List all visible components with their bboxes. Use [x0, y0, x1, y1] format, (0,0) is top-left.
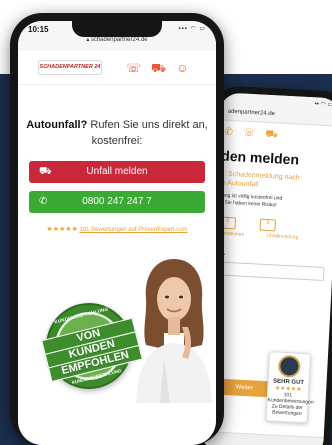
front-phone: 10:15 ▪▪▪ ◠ ▭ 🔒︎ schadenpartner24.de SCH…	[10, 13, 224, 445]
recommendation-stamp: KUNDENEMPFEHLUNG VON KUNDEN EMPFOHLEN KU…	[36, 293, 143, 399]
badge-link[interactable]: Zu Details der Bewertungen	[267, 403, 308, 417]
clock: 10:15	[28, 25, 49, 34]
user-icon[interactable]: ☺	[176, 62, 188, 74]
call-hotline-label: 0800 247 247 7	[82, 196, 152, 207]
lock-icon: 🔒︎	[86, 37, 90, 43]
back-select-field[interactable]	[215, 261, 325, 281]
call-hotline-button[interactable]: ✆ 0800 247 247 7	[29, 191, 205, 213]
reviews-row: ★★★★★ 101 Bewertungen auf ProvenExpert.c…	[18, 225, 216, 233]
car-crash-icon: ⛟	[39, 166, 52, 177]
proven-expert-badge[interactable]: SEHR GUT ★★★★★ 101 Kundenbewertungen Zu …	[265, 351, 314, 424]
phone-icon[interactable]: ☏	[126, 62, 141, 74]
car-crash-icon[interactable]: ⛟	[151, 62, 166, 74]
url-text: schadenpartner24.de	[90, 37, 148, 43]
status-icons: ▪▪▪ ◠ ▭	[178, 26, 206, 32]
back-browser-toolbar	[201, 430, 324, 445]
car-icon[interactable]: ⛟	[265, 129, 278, 143]
step-3[interactable]: 3	[259, 218, 277, 232]
headline-bold: Autounfall?	[26, 119, 88, 131]
site-logo[interactable]: SCHADENPARTNER 24	[38, 60, 102, 75]
review-stars: ★★★★★	[46, 226, 78, 233]
seal-icon	[277, 354, 301, 378]
report-accident-label: Unfall melden	[86, 166, 148, 177]
phone-icon[interactable]: ☏	[243, 128, 256, 142]
phone-notch	[72, 21, 162, 37]
front-phone-screen: 10:15 ▪▪▪ ◠ ▭ 🔒︎ schadenpartner24.de SCH…	[18, 21, 216, 445]
page-headline: Autounfall? Rufen Sie uns direkt an, kos…	[18, 118, 216, 150]
site-header: SCHADENPARTNER 24 ☏ ⛟ ☺	[18, 51, 216, 85]
report-accident-button[interactable]: ⛟ Unfall melden	[29, 161, 205, 183]
url-bar[interactable]: 🔒︎ schadenpartner24.de	[18, 37, 216, 43]
reviews-link[interactable]: 101 Bewertungen auf ProvenExpert.com	[79, 227, 187, 233]
stage: ▪▪ ◠ ▭ adenpartner24.de ✆ ☏ ⛟ den melden…	[0, 0, 332, 445]
woman-portrait	[136, 259, 212, 403]
phone-icon: ✆	[39, 196, 48, 207]
car-crash-icon[interactable]: ✆	[224, 127, 233, 140]
headline-rest: Rufen Sie uns direkt an, kostenfrei:	[87, 119, 208, 147]
